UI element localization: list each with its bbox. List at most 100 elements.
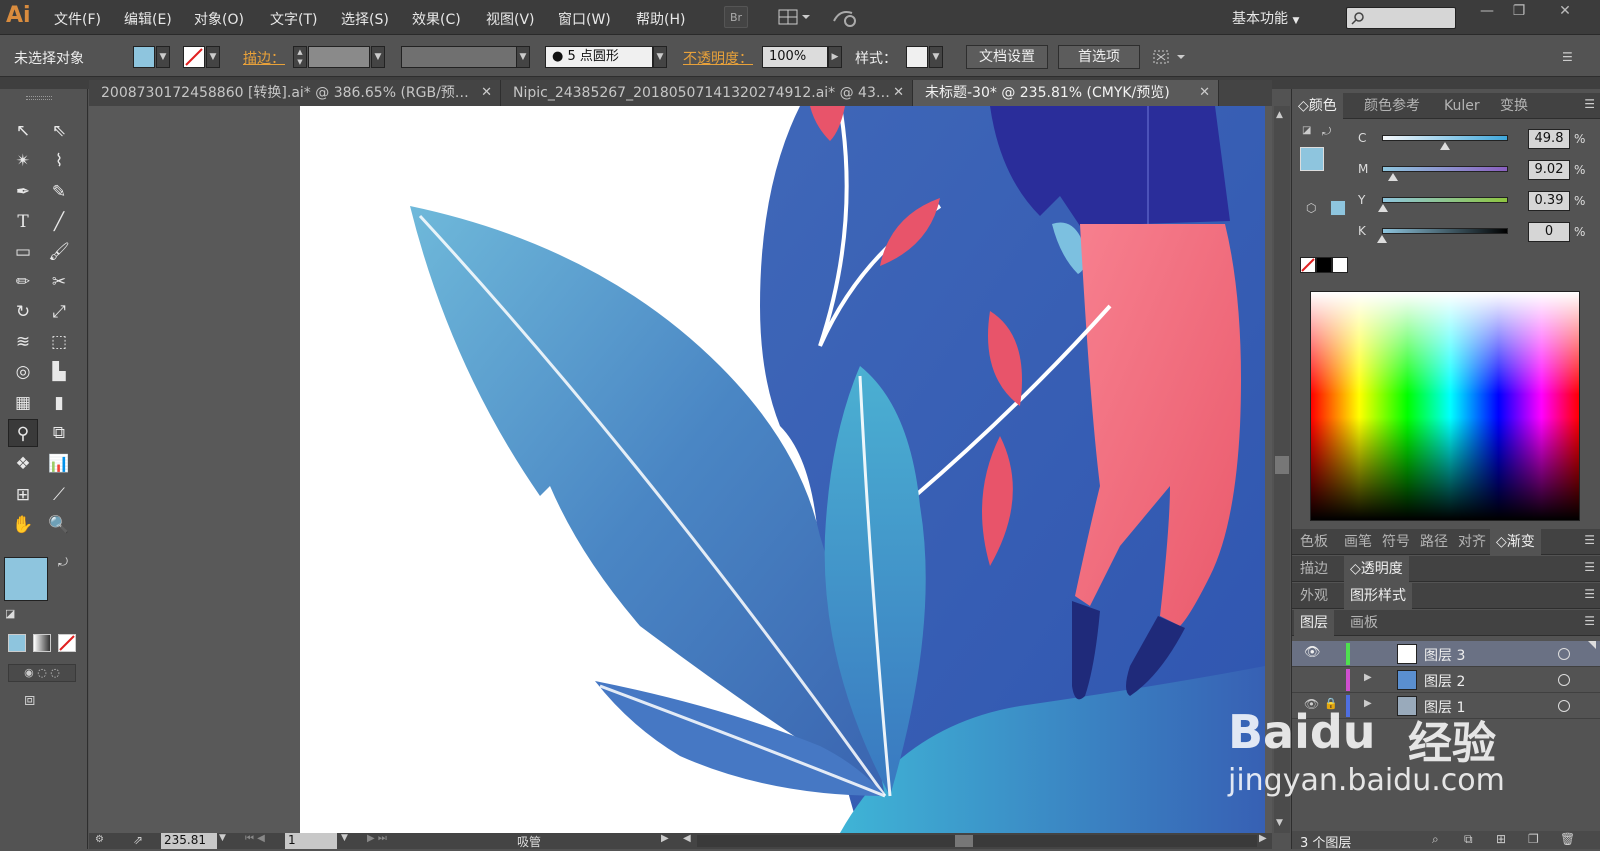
layer-row[interactable]: ▶ 图层 2: [1292, 667, 1600, 693]
tab-gradient[interactable]: ◇渐变: [1490, 529, 1541, 555]
horizontal-scrollbar[interactable]: [697, 835, 1257, 847]
search-input[interactable]: [1346, 7, 1456, 29]
symbol-sprayer-tool-icon[interactable]: ❖: [8, 450, 38, 478]
artboard-dropdown-icon[interactable]: ▼: [341, 833, 348, 843]
shape-builder-tool-icon[interactable]: ◎: [8, 358, 38, 386]
tab-color[interactable]: ◇颜色: [1292, 93, 1343, 119]
target-circle-icon[interactable]: [1558, 700, 1570, 712]
tab-transparency[interactable]: ◇透明度: [1344, 556, 1409, 582]
mesh-tool-icon[interactable]: ▦: [8, 389, 38, 417]
tab-graphic-styles[interactable]: 图形样式: [1344, 583, 1412, 609]
scroll-up-icon[interactable]: ▲: [1276, 110, 1283, 120]
profile-dropdown[interactable]: ▼: [516, 46, 530, 68]
magenta-slider-thumb[interactable]: [1388, 173, 1399, 181]
opacity-input[interactable]: 100%: [762, 46, 828, 68]
close-tab-icon[interactable]: ✕: [481, 80, 492, 106]
stroke-dropdown[interactable]: ▼: [206, 46, 220, 68]
new-sublayer-icon[interactable]: ⊞: [1496, 832, 1506, 846]
fill-color-box[interactable]: [4, 557, 48, 601]
paintbrush-tool-icon[interactable]: 🖌: [44, 238, 74, 266]
bridge-button[interactable]: Br: [724, 6, 748, 28]
close-tab-icon[interactable]: ✕: [1199, 80, 1210, 106]
selection-tool-icon[interactable]: ↖: [8, 117, 38, 145]
menu-view[interactable]: 视图(V): [486, 9, 535, 29]
graphic-style-dropdown[interactable]: ▼: [929, 46, 943, 68]
layer-row[interactable]: 👁 🔒 ▶ 图层 1: [1292, 693, 1600, 719]
horizontal-scroll-thumb[interactable]: [955, 835, 973, 847]
stroke-label-link[interactable]: 描边：: [243, 48, 285, 68]
canvas-area[interactable]: [89, 106, 1272, 833]
panel-menu-icon[interactable]: ☰: [1584, 560, 1595, 574]
tab-swatches[interactable]: 色板: [1300, 529, 1328, 555]
zoom-input[interactable]: 235.81: [161, 833, 217, 849]
close-tab-icon[interactable]: ✕: [893, 80, 904, 106]
menu-type[interactable]: 文字(T): [270, 9, 317, 29]
lasso-tool-icon[interactable]: ⌇: [44, 147, 74, 175]
isolate-icon[interactable]: [1152, 48, 1188, 70]
curvature-tool-icon[interactable]: ✎: [44, 178, 74, 206]
tab-brushes[interactable]: 画笔: [1344, 529, 1372, 555]
menu-effect[interactable]: 效果(C): [412, 9, 461, 29]
stroke-weight-dropdown[interactable]: ▼: [371, 46, 385, 68]
opacity-label-link[interactable]: 不透明度：: [683, 48, 753, 68]
magenta-value-input[interactable]: 9.02: [1528, 160, 1570, 180]
target-circle-icon[interactable]: [1558, 648, 1570, 660]
yellow-slider-thumb[interactable]: [1377, 204, 1388, 212]
none-mode-button[interactable]: [58, 634, 76, 652]
tab-document-2[interactable]: Nipic_24385267_20180507141320274912.ai* …: [501, 80, 913, 106]
visibility-eye-icon[interactable]: 👁: [1304, 645, 1321, 660]
toolbar-grip[interactable]: [26, 96, 52, 100]
yellow-value-input[interactable]: 0.39: [1528, 191, 1570, 211]
delete-layer-icon[interactable]: 🗑: [1560, 832, 1575, 846]
panel-menu-icon[interactable]: ☰: [1562, 50, 1573, 64]
black-swatch[interactable]: [1316, 257, 1332, 273]
cyan-slider-thumb[interactable]: [1439, 142, 1450, 150]
tab-document-active[interactable]: 未标题-30* @ 235.81% (CMYK/预览) ✕: [913, 80, 1219, 106]
brush-definition[interactable]: ● 5 点圆形: [545, 46, 653, 68]
visibility-eye-icon[interactable]: 👁: [1304, 697, 1319, 711]
cyan-slider[interactable]: [1382, 135, 1508, 141]
expand-arrow-icon[interactable]: ▶: [1364, 672, 1372, 683]
bridge-status-icon[interactable]: ⚙: [95, 834, 104, 845]
warp-tool-icon[interactable]: ≋: [8, 328, 38, 356]
fill-swatch[interactable]: [133, 46, 155, 68]
clipping-mask-icon[interactable]: ⧉: [1464, 832, 1473, 847]
swap-fill-stroke-icon[interactable]: ⤾: [58, 555, 68, 570]
swap-icon[interactable]: ⤾: [1322, 125, 1331, 139]
yellow-slider[interactable]: [1382, 197, 1508, 203]
scroll-right-icon[interactable]: ▶: [1259, 833, 1267, 844]
tab-layers[interactable]: 图层: [1294, 610, 1334, 636]
magenta-slider[interactable]: [1382, 166, 1508, 172]
variable-width-profile[interactable]: [401, 46, 517, 68]
restore-icon[interactable]: ❐: [1504, 3, 1534, 23]
cyan-value-input[interactable]: 49.8: [1528, 129, 1570, 149]
gpu-performance-icon[interactable]: [830, 6, 860, 28]
screen-mode-icon[interactable]: ⧈: [24, 689, 35, 710]
panel-menu-icon[interactable]: ☰: [1584, 587, 1595, 601]
expand-arrow-icon[interactable]: ▶: [1364, 698, 1372, 709]
panel-menu-icon[interactable]: ☰: [1584, 97, 1595, 111]
out-of-gamut-icon[interactable]: ⬡: [1306, 201, 1316, 215]
tab-document-1[interactable]: 2008730172458860 [转换].ai* @ 386.65% (RGB…: [89, 80, 501, 106]
gamut-swatch[interactable]: [1330, 200, 1346, 216]
menu-select[interactable]: 选择(S): [341, 9, 389, 29]
close-icon[interactable]: ✕: [1550, 3, 1580, 23]
target-circle-icon[interactable]: [1558, 674, 1570, 686]
new-layer-icon[interactable]: ❐: [1528, 832, 1539, 846]
brush-dropdown[interactable]: ▼: [653, 46, 667, 68]
tab-artboards[interactable]: 画板: [1350, 610, 1378, 636]
pencil-tool-icon[interactable]: ✏: [8, 268, 38, 296]
black-slider[interactable]: [1382, 228, 1508, 234]
hand-tool-icon[interactable]: ✋: [8, 511, 38, 539]
stroke-weight-input[interactable]: [308, 46, 370, 68]
layer-name[interactable]: 图层 1: [1424, 697, 1465, 717]
magic-wand-tool-icon[interactable]: ✴: [8, 147, 38, 175]
tab-transform[interactable]: 变换: [1500, 93, 1528, 119]
panel-menu-icon[interactable]: ☰: [1584, 533, 1595, 547]
gradient-tool-icon[interactable]: ▮: [44, 389, 74, 417]
none-swatch[interactable]: [1300, 257, 1316, 273]
share-icon[interactable]: ⇗: [133, 833, 143, 847]
tab-color-guide[interactable]: 颜色参考: [1364, 93, 1420, 119]
blend-tool-icon[interactable]: ⧉: [44, 419, 74, 447]
locate-object-icon[interactable]: ⌕: [1432, 832, 1439, 847]
